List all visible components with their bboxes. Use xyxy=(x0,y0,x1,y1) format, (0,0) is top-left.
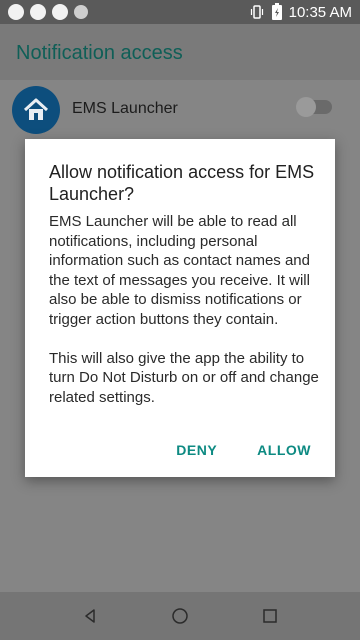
home-app-icon xyxy=(12,86,60,134)
toggle-knob xyxy=(296,97,316,117)
chat-bubble-icon xyxy=(52,4,68,20)
dialog-paragraph: This will also give the app the ability … xyxy=(49,349,319,406)
list-item-label: EMS Launcher xyxy=(72,100,178,117)
status-bar: 10:35 AM xyxy=(0,0,360,24)
battery-charging-icon xyxy=(271,3,282,20)
deny-button[interactable]: DENY xyxy=(176,442,217,458)
vibrate-icon xyxy=(250,5,263,19)
dialog-title: Allow notification access for EMS Launch… xyxy=(49,162,315,204)
permission-dialog: Allow notification access for EMS Launch… xyxy=(25,139,335,477)
status-icons-right: 10:35 AM xyxy=(249,3,352,21)
dialog-paragraph: EMS Launcher will be able to read all no… xyxy=(49,213,310,328)
dialog-body: EMS Launcher will be able to read all no… xyxy=(49,212,319,426)
back-icon[interactable] xyxy=(78,604,102,628)
circle-icon xyxy=(30,4,46,20)
allow-button[interactable]: ALLOW xyxy=(257,442,311,458)
clock: 10:35 AM xyxy=(288,3,352,21)
sync-dot-icon xyxy=(74,5,88,19)
app-bar: Notification access xyxy=(0,24,360,80)
list-item[interactable]: EMS Launcher xyxy=(0,80,360,142)
notification-toggle[interactable] xyxy=(296,97,332,117)
circle-icon xyxy=(8,4,24,20)
navigation-bar xyxy=(0,592,360,640)
dialog-actions: DENY ALLOW xyxy=(176,442,311,458)
status-icons-left xyxy=(8,4,88,20)
home-icon[interactable] xyxy=(168,604,192,628)
recents-icon[interactable] xyxy=(258,604,282,628)
page-title: Notification access xyxy=(16,42,183,64)
